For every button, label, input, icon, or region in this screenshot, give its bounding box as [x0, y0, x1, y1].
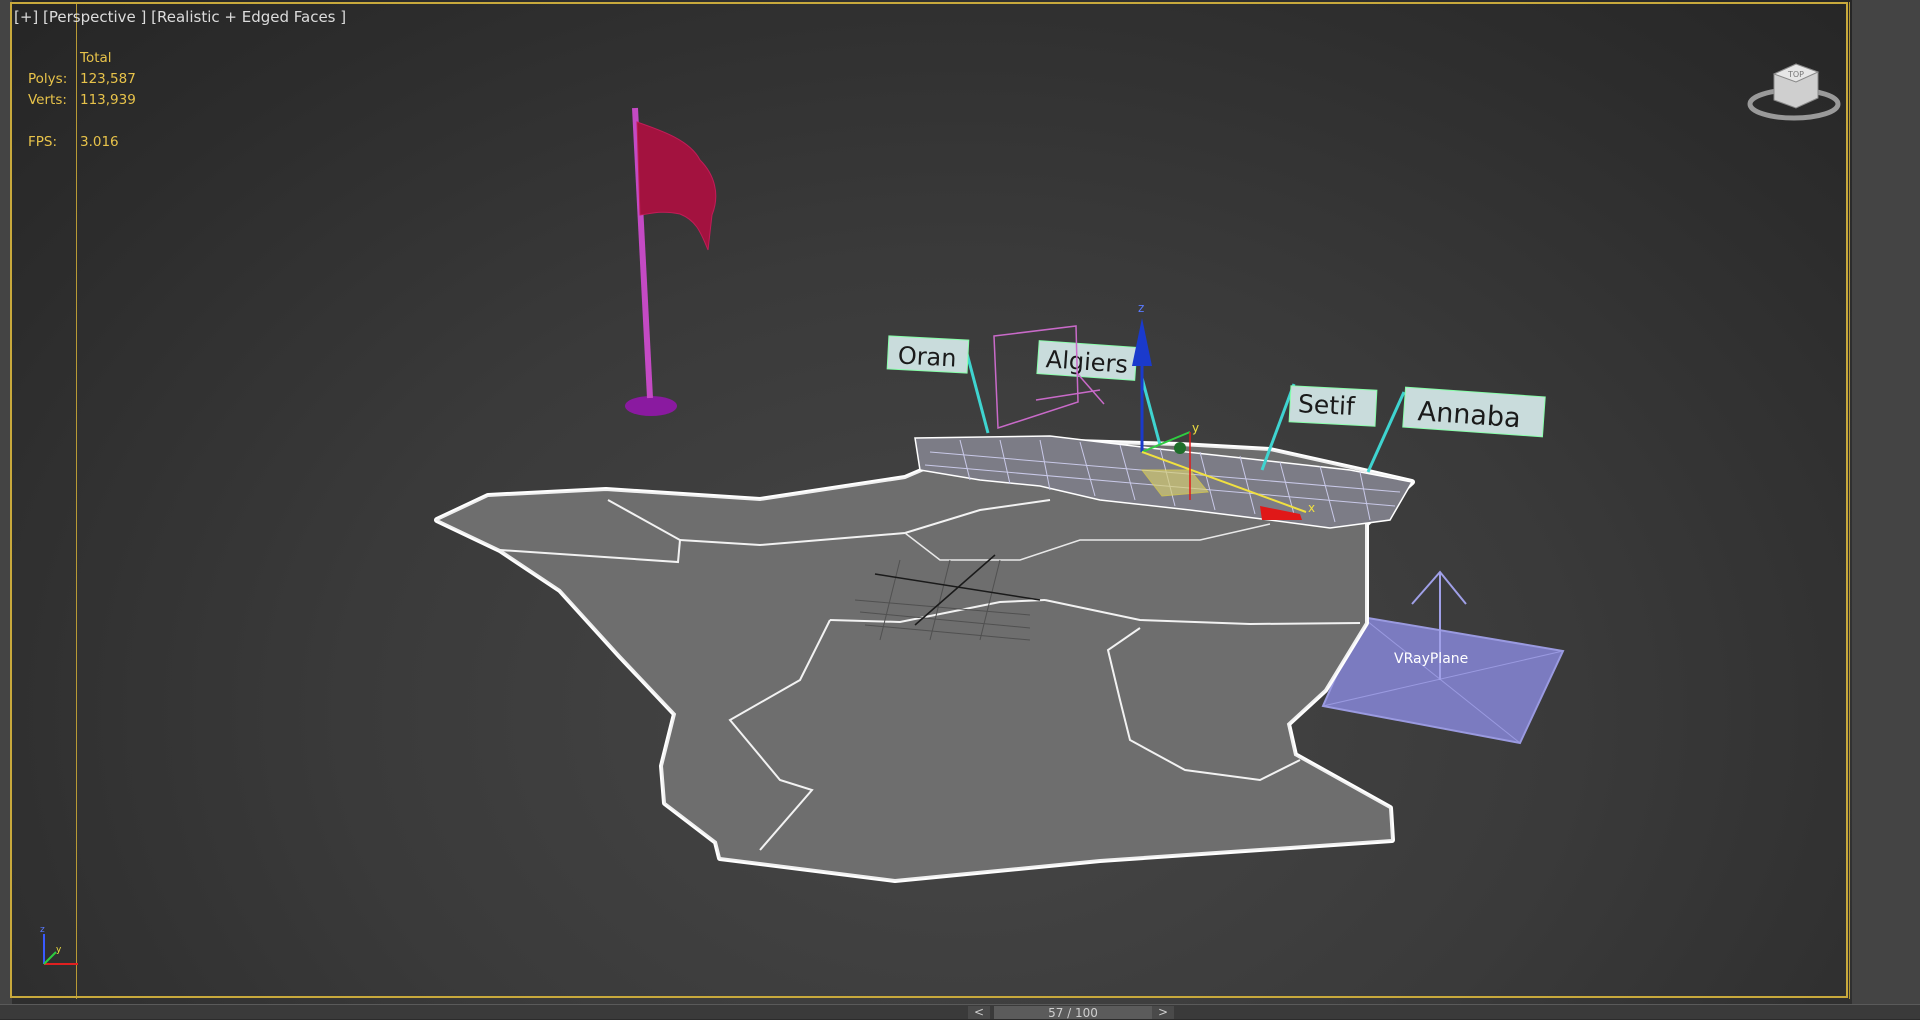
fps-value: 3.016 — [80, 134, 119, 150]
time-slider-handle[interactable]: 57 / 100 — [994, 1006, 1152, 1020]
gizmo-y-label: y — [1192, 421, 1199, 435]
verts-label: Verts: — [28, 92, 67, 108]
verts-value: 113,939 — [80, 92, 136, 108]
vray-plane-label: VRayPlane — [1394, 651, 1468, 667]
label-algiers: Algiers — [1045, 345, 1129, 379]
scene-canvas[interactable]: VRayPlane Oran Algiers Setif Annaba z y … — [0, 0, 1920, 1019]
polys-label: Polys: — [28, 71, 68, 87]
viewcube-top-label: TOP — [1787, 70, 1804, 79]
gizmo-center[interactable] — [1174, 442, 1186, 454]
prev-frame-button[interactable]: < — [968, 1006, 990, 1019]
viewport-label-menu[interactable]: [+] [Perspective ] [Realistic + Edged Fa… — [14, 8, 346, 26]
viewcube-widget[interactable]: TOP — [1744, 46, 1844, 126]
next-frame-button[interactable]: > — [1152, 1006, 1174, 1019]
flag-base[interactable] — [625, 396, 677, 416]
time-slider-bar[interactable]: < 57 / 100 > — [0, 1004, 1920, 1020]
gizmo-z-label: z — [1138, 301, 1144, 315]
tripod-z-label: z — [40, 925, 45, 935]
gizmo-x-label: x — [1308, 501, 1315, 515]
leader-algiers — [1140, 377, 1162, 446]
flag-object[interactable] — [625, 107, 717, 416]
tripod-y-label: y — [56, 945, 62, 955]
label-oran: Oran — [897, 341, 957, 372]
fps-label: FPS: — [28, 134, 58, 150]
stats-header: Total — [80, 50, 112, 66]
flag-cloth[interactable] — [636, 121, 717, 251]
leader-oran — [963, 345, 990, 434]
world-axis-tripod-icon: z y — [40, 925, 78, 965]
algeria-map[interactable] — [434, 435, 1415, 883]
perspective-viewport[interactable]: VRayPlane Oran Algiers Setif Annaba z y … — [0, 0, 1920, 1020]
gizmo-z-arrow[interactable] — [1132, 318, 1152, 366]
polys-value: 123,587 — [80, 71, 136, 87]
label-setif: Setif — [1297, 389, 1356, 421]
